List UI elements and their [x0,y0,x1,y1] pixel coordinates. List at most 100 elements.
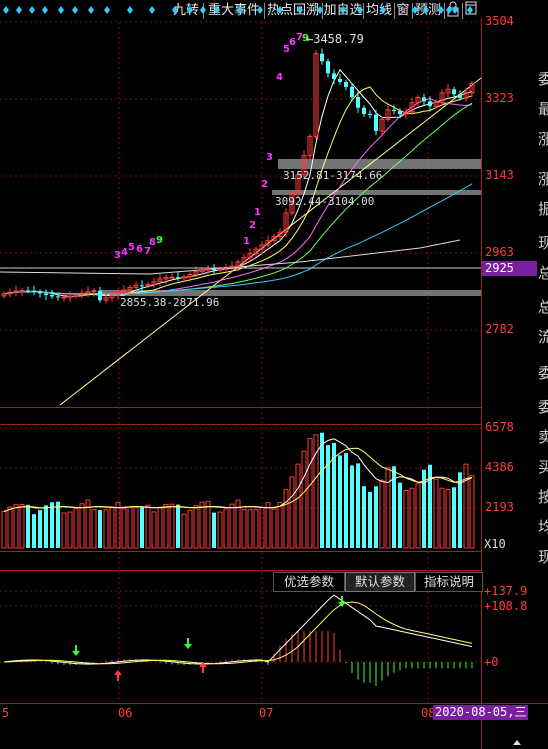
event-diamond-icon [317,6,323,14]
event-diamond-icon [88,6,94,14]
td-count-label: 6 [289,37,296,48]
event-diamond-icon [149,6,155,14]
volume-bar-down [98,510,102,548]
high-price-annotation: ←3458.79 [306,32,364,46]
chart-frame [0,18,548,749]
candle-body-up [181,276,187,279]
candle-body-down [212,269,216,271]
volume-bar-down [26,504,30,548]
volume-bar-up [13,504,19,549]
candle-body-down [428,101,432,107]
volume-bar-up [469,475,475,549]
right-panel-label: 现 [538,234,548,252]
volume-bar-up [445,488,451,549]
tab-indicator-help[interactable]: 指标说明 [415,572,483,592]
candle-body-down [362,107,366,115]
event-diamond-icon [423,6,429,14]
arrow-down-icon [338,596,346,607]
td-count-label: 4 [121,247,128,258]
event-diamond-icon [214,6,220,14]
volume-axis-label-1: 6578 [485,420,514,434]
volume-bar-up [181,513,187,549]
event-diamond-icon [72,6,78,14]
volume-axis-label-3: 2193 [485,500,514,514]
chart-canvas[interactable] [0,0,548,749]
time-axis-label-jul: 07 [259,706,274,720]
volume-bar-up [1,511,7,549]
volume-bar-up [157,506,163,549]
right-panel-label: 委 [538,364,548,382]
price-axis-label-3: 3143 [485,168,514,182]
event-diamond-icon [446,6,452,14]
td-count-label: 8 [149,237,156,248]
volume-bar-up [265,502,271,549]
price-axis-label-2: 3323 [485,91,514,105]
candlestick-series [1,48,475,304]
event-diamond-icon [172,6,178,14]
volume-bar-down [344,453,348,548]
volume-bar-down [50,502,54,548]
candle-body-down [38,291,42,294]
volume-bar-up [403,490,409,549]
indicator-axis-label-1: +137.9 [484,584,528,598]
volume-bar-up [229,503,235,549]
td-count-label: 2 [261,179,268,190]
td-count-label: 6 [136,244,143,255]
volume-bar-up [379,479,385,549]
volume-bar-down [44,505,48,548]
candle-body-up [19,289,25,292]
candle-body-down [368,114,372,116]
indicator-axis-label-3: +0 [484,655,499,669]
candle-body-down [32,290,36,292]
volume-bar-up [247,509,253,549]
volume-bar-up [295,463,301,549]
right-panel-label: 振 [538,200,548,218]
right-panel-label: 买 [538,458,548,476]
volume-bar-up [409,487,415,549]
volume-bar-down [32,514,36,548]
event-diamond-icon [237,6,243,14]
right-panel-label: 委 [538,70,548,88]
candle-body-down [458,94,462,99]
candle-body-down [44,293,48,296]
event-markers[interactable] [3,6,473,14]
volume-bar-down [452,487,456,548]
indicator-diff-line [3,594,473,665]
current-date-badge: 2020-08-05,三 [433,705,529,720]
volume-bar-up [187,509,193,549]
price-axis-label-5: 2782 [485,322,514,336]
volume-bar-up [127,506,133,549]
right-panel-label: 流 [538,328,548,346]
volume-bar-up [199,501,205,549]
volume-bar-up [121,508,127,549]
candle-body-up [169,276,175,279]
volume-bar-up [289,476,295,549]
event-diamond-icon [380,6,386,14]
arrow-down-icon [184,638,192,649]
volume-bar-down [350,465,354,548]
candle-body-down [356,96,360,108]
price-gridlines [0,21,481,663]
event-diamond-icon [467,6,473,14]
volume-bar-up [151,511,157,549]
volume-bar-down [356,463,360,548]
candle-body-up [205,268,211,271]
event-diamond-icon [297,6,303,14]
candle-body-down [350,86,354,97]
event-diamond-icon [104,6,110,14]
volume-bar-up [241,508,247,549]
volume-bars [1,432,475,549]
tab-default-params[interactable]: 默认参数 [345,572,415,592]
volume-bar-up [73,508,79,549]
volume-bar-down [38,510,42,548]
volume-bar-up [433,478,439,549]
volume-bar-up [283,489,289,549]
candle-body-down [50,295,54,297]
tab-optimized-params[interactable]: 优选参数 [273,572,345,592]
candle-body-down [338,79,342,83]
right-panel-label: 现 [538,548,548,566]
time-axis-label-jun: 06 [118,706,133,720]
right-panel-label: 按 [538,488,548,506]
indicator-histogram [9,631,473,687]
right-panel-label: 总 [538,298,548,316]
